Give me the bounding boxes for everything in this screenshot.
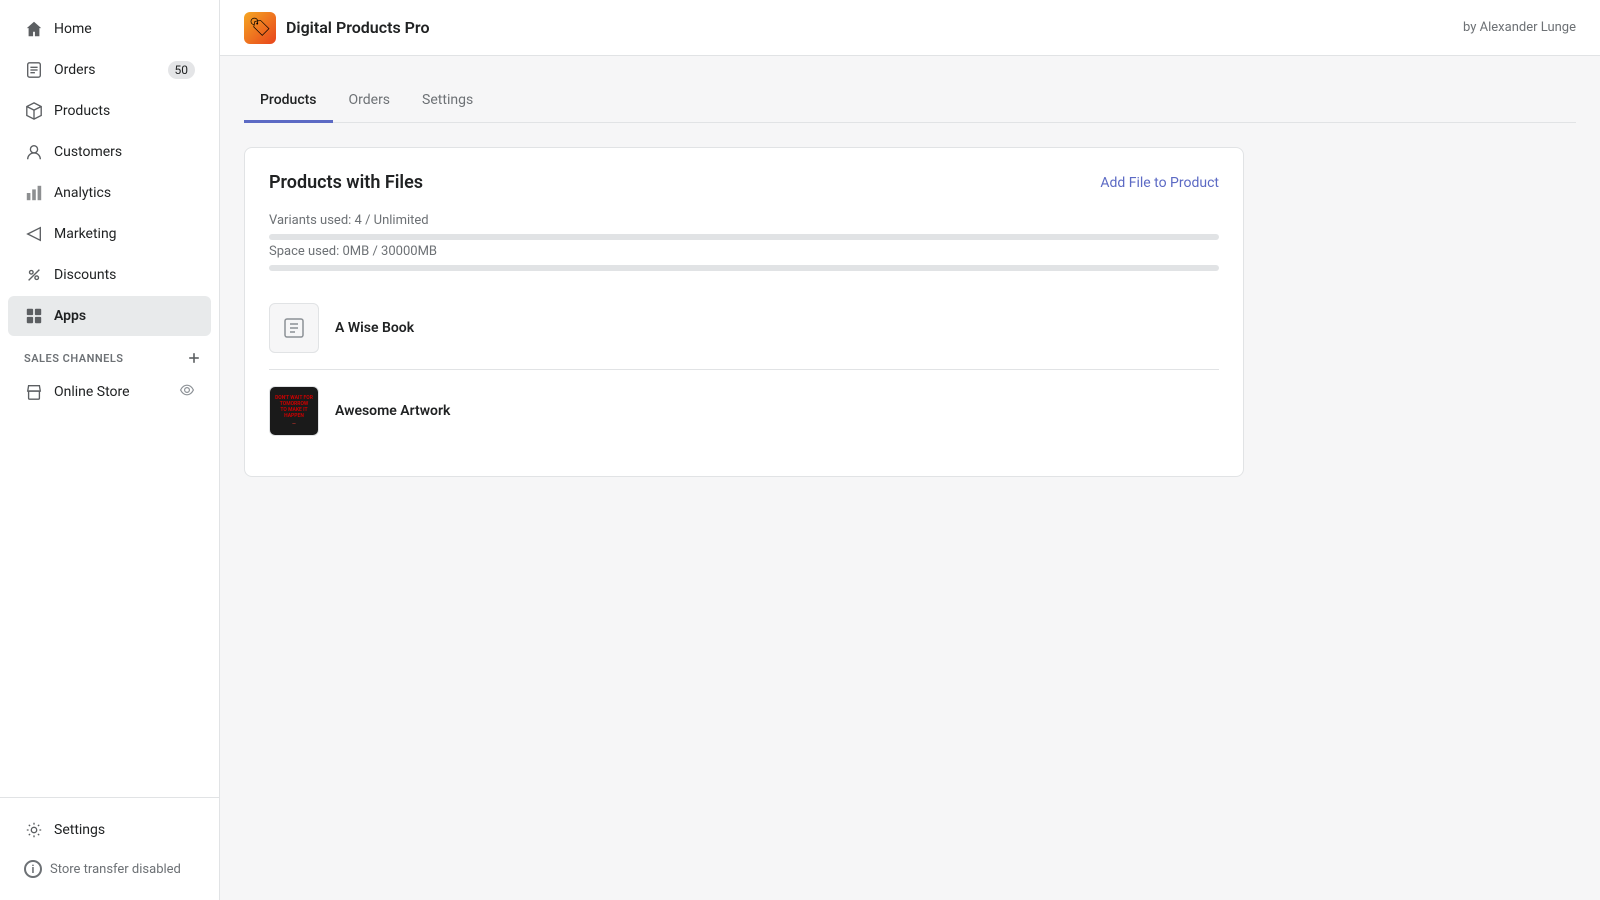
- variants-progress-bar: [269, 234, 1219, 240]
- space-progress-bar: [269, 265, 1219, 271]
- product-list: A Wise Book DON'T WAIT FOR TOMORROWTO MA…: [269, 287, 1219, 452]
- sidebar-analytics-label: Analytics: [54, 185, 111, 201]
- store-transfer-label: Store transfer disabled: [50, 862, 181, 877]
- products-with-files-card: Products with Files Add File to Product …: [244, 147, 1244, 477]
- sidebar-item-online-store[interactable]: Online Store: [8, 372, 211, 412]
- home-icon: [24, 19, 44, 39]
- logo-emoji: 🏷: [249, 17, 272, 38]
- product-name-wise-book: A Wise Book: [335, 320, 414, 336]
- sidebar-footer: Settings i Store transfer disabled: [0, 797, 219, 900]
- orders-badge: 50: [168, 61, 196, 79]
- sidebar-item-discounts[interactable]: Discounts: [8, 255, 211, 295]
- space-used-info: Space used: 0MB / 30000MB: [269, 244, 1219, 259]
- page-content: Products Orders Settings Products with F…: [220, 56, 1600, 900]
- product-thumb-awesome-artwork: DON'T WAIT FOR TOMORROWTO MAKE IT HAPPEN…: [269, 386, 319, 436]
- variants-used-info: Variants used: 4 / Unlimited: [269, 213, 1219, 228]
- sidebar: Home Orders 50 Products Customers: [0, 0, 220, 900]
- sidebar-discounts-label: Discounts: [54, 267, 116, 283]
- analytics-icon: [24, 183, 44, 203]
- product-item-awesome-artwork[interactable]: DON'T WAIT FOR TOMORROWTO MAKE IT HAPPEN…: [269, 370, 1219, 452]
- sidebar-item-analytics[interactable]: Analytics: [8, 173, 211, 213]
- sidebar-item-home[interactable]: Home: [8, 9, 211, 49]
- app-author: by Alexander Lunge: [1463, 20, 1576, 35]
- tab-products[interactable]: Products: [244, 80, 333, 123]
- orders-icon: [24, 60, 44, 80]
- sidebar-item-apps[interactable]: Apps: [8, 296, 211, 336]
- sidebar-marketing-label: Marketing: [54, 226, 117, 242]
- products-icon: [24, 101, 44, 121]
- app-header: 🏷 Digital Products Pro by Alexander Lung…: [220, 0, 1600, 56]
- store-icon: [24, 382, 44, 402]
- add-sales-channel-icon[interactable]: [185, 349, 203, 367]
- sidebar-item-products[interactable]: Products: [8, 91, 211, 131]
- tabs: Products Orders Settings: [244, 80, 1576, 123]
- online-store-label: Online Store: [54, 384, 130, 400]
- app-header-left: 🏷 Digital Products Pro: [244, 12, 430, 44]
- sidebar-item-marketing[interactable]: Marketing: [8, 214, 211, 254]
- apps-icon: [24, 306, 44, 326]
- product-item-wise-book[interactable]: A Wise Book: [269, 287, 1219, 370]
- tab-orders[interactable]: Orders: [333, 80, 407, 123]
- sidebar-orders-label: Orders: [54, 62, 96, 78]
- sidebar-item-orders[interactable]: Orders 50: [8, 50, 211, 90]
- app-logo: 🏷: [244, 12, 276, 44]
- sidebar-item-customers[interactable]: Customers: [8, 132, 211, 172]
- sales-channels-label: SALES CHANNELS: [24, 352, 124, 365]
- sidebar-products-label: Products: [54, 103, 110, 119]
- marketing-icon: [24, 224, 44, 244]
- product-name-awesome-artwork: Awesome Artwork: [335, 403, 450, 419]
- sidebar-nav: Home Orders 50 Products Customers: [0, 0, 219, 797]
- settings-icon: [24, 820, 44, 840]
- sidebar-home-label: Home: [54, 21, 92, 37]
- tab-settings[interactable]: Settings: [406, 80, 489, 123]
- sidebar-item-settings[interactable]: Settings: [8, 810, 211, 850]
- product-thumb-wise-book: [269, 303, 319, 353]
- card-title: Products with Files: [269, 172, 423, 193]
- customers-icon: [24, 142, 44, 162]
- sidebar-apps-label: Apps: [54, 308, 86, 324]
- app-title: Digital Products Pro: [286, 18, 430, 37]
- sidebar-customers-label: Customers: [54, 144, 122, 160]
- settings-label: Settings: [54, 822, 105, 838]
- discounts-icon: [24, 265, 44, 285]
- card-header: Products with Files Add File to Product: [269, 172, 1219, 193]
- info-icon: i: [24, 860, 42, 878]
- store-visibility-icon[interactable]: [179, 382, 195, 402]
- store-transfer-info: i Store transfer disabled: [8, 850, 211, 888]
- main-content: 🏷 Digital Products Pro by Alexander Lung…: [220, 0, 1600, 900]
- add-file-to-product-link[interactable]: Add File to Product: [1100, 175, 1219, 191]
- sales-channels-section: SALES CHANNELS: [0, 337, 219, 371]
